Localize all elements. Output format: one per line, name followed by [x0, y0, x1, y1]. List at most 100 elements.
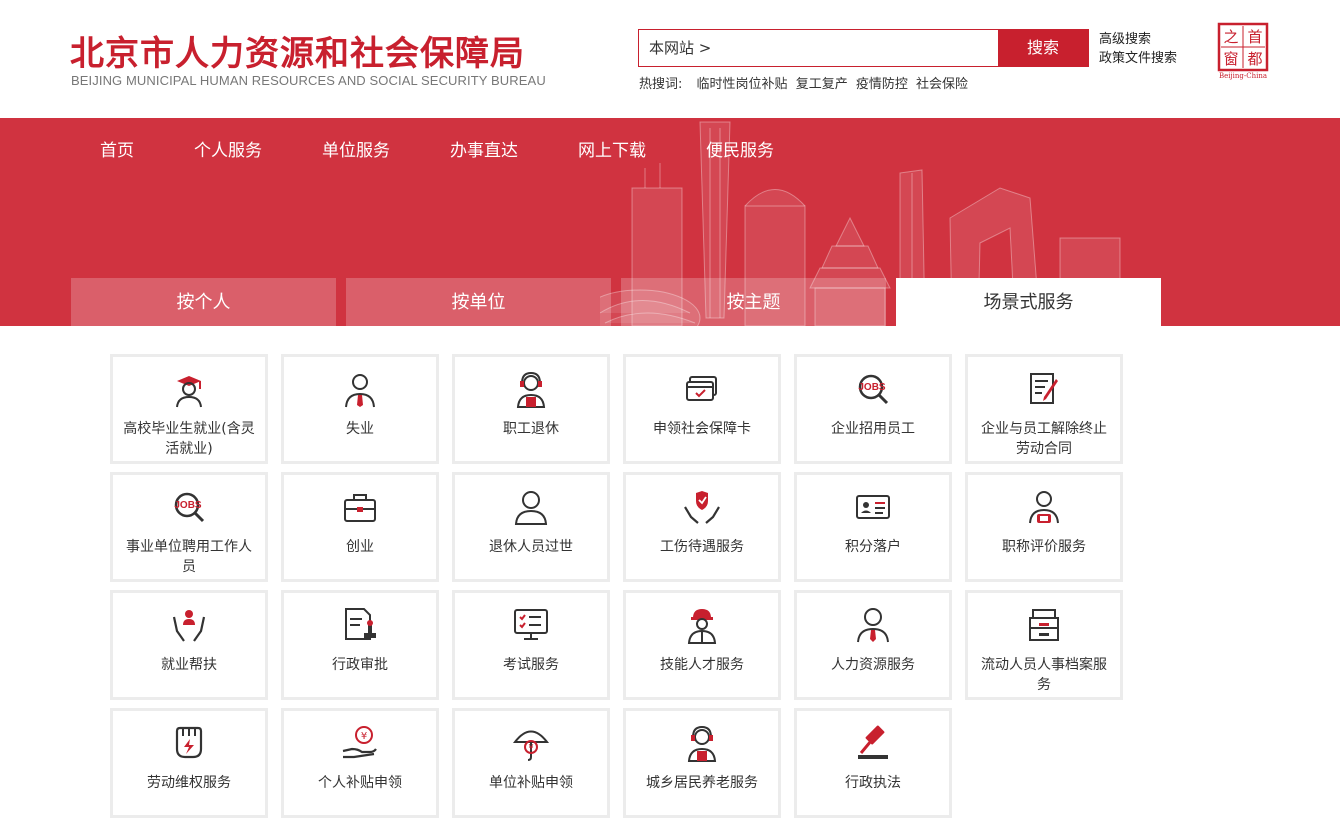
- search-button[interactable]: 搜索: [998, 30, 1088, 66]
- service-card-label: 高校毕业生就业(含灵活就业): [123, 421, 255, 457]
- hot-word-link[interactable]: 社会保险: [916, 77, 968, 92]
- nav-home[interactable]: 首页: [100, 136, 134, 161]
- id-card-icon: [856, 495, 890, 519]
- search-scope-select[interactable]: 本网站 >: [639, 30, 998, 66]
- headset-person-icon: [516, 371, 546, 408]
- service-card-label: 失业: [346, 421, 374, 437]
- service-card-label: 行政执法: [845, 775, 901, 791]
- service-card[interactable]: 工伤待遇服务: [626, 475, 778, 579]
- service-card[interactable]: ¥ 个人补贴申领: [284, 711, 436, 815]
- svg-text:JOBS: JOBS: [858, 382, 886, 393]
- advanced-links: 高级搜索 政策文件搜索: [1099, 30, 1177, 68]
- service-card-label: 就业帮扶: [161, 657, 217, 673]
- tab-by-topic[interactable]: 按主题: [621, 278, 886, 326]
- briefcase-icon: [344, 494, 376, 522]
- service-card[interactable]: 就业帮扶: [113, 593, 265, 697]
- service-card[interactable]: 创业: [284, 475, 436, 579]
- hot-word-link[interactable]: 临时性岗位补贴: [697, 77, 788, 92]
- service-card[interactable]: JOBS 企业招用员工: [797, 357, 949, 461]
- nav-downloads[interactable]: 网上下载: [578, 136, 646, 161]
- service-card[interactable]: 职工退休: [455, 357, 607, 461]
- hero-banner: 首页 个人服务 单位服务 办事直达 网上下载 便民服务 按个人 按单位 按主题 …: [0, 118, 1340, 326]
- svg-text:¥: ¥: [361, 731, 367, 742]
- service-card-label: 单位补贴申领: [489, 775, 573, 791]
- hot-word-link[interactable]: 疫情防控: [856, 77, 908, 92]
- hands-person-icon: [172, 610, 206, 642]
- service-card-label: 企业与员工解除终止劳动合同: [981, 421, 1107, 457]
- service-card[interactable]: 城乡居民养老服务: [626, 711, 778, 815]
- service-card[interactable]: 技能人才服务: [626, 593, 778, 697]
- person-badge-icon: [1029, 491, 1059, 524]
- tab-by-unit[interactable]: 按单位: [346, 278, 611, 326]
- fist-lightning-icon: [175, 726, 203, 759]
- advanced-search-link[interactable]: 高级搜索: [1099, 30, 1177, 49]
- hot-word-link[interactable]: 复工复产: [796, 77, 848, 92]
- service-card[interactable]: 积分落户: [797, 475, 949, 579]
- service-card-label: 个人补贴申领: [318, 775, 402, 791]
- monitor-checklist-icon: [514, 609, 548, 640]
- service-card-label: 劳动维权服务: [147, 775, 231, 791]
- service-card[interactable]: 退休人员过世: [455, 475, 607, 579]
- service-card[interactable]: 申领社会保障卡: [626, 357, 778, 461]
- service-card-label: 申领社会保障卡: [653, 421, 751, 437]
- seal-caption: Beijing-China: [1219, 72, 1267, 80]
- person-tie-icon: [857, 608, 889, 643]
- search-box: 本网站 > 搜索: [638, 29, 1089, 67]
- service-card[interactable]: 考试服务: [455, 593, 607, 697]
- main-nav: 首页 个人服务 单位服务 办事直达 网上下载 便民服务: [100, 136, 834, 161]
- site-title-en: BEIJING MUNICIPAL HUMAN RESOURCES AND SO…: [71, 73, 546, 88]
- tab-by-person[interactable]: 按个人: [71, 278, 336, 326]
- umbrella-coin-icon: ¥: [512, 730, 550, 761]
- social-card-icon: [686, 376, 717, 401]
- service-card[interactable]: 劳动维权服务: [113, 711, 265, 815]
- tab-scenario-services[interactable]: 场景式服务: [896, 278, 1161, 326]
- service-card-label: 人力资源服务: [831, 657, 915, 673]
- service-card-label: 企业招用员工: [831, 421, 915, 437]
- service-card[interactable]: 行政审批: [284, 593, 436, 697]
- hands-shield-icon: [684, 491, 720, 524]
- service-card[interactable]: 高校毕业生就业(含灵活就业): [113, 357, 265, 461]
- service-card-label: 流动人员人事档案服务: [981, 657, 1107, 693]
- service-card-label: 考试服务: [503, 657, 559, 673]
- graduate-icon: [176, 376, 202, 408]
- service-card[interactable]: 企业与员工解除终止劳动合同: [968, 357, 1120, 461]
- hot-words-label: 热搜词:: [639, 77, 683, 92]
- document-stamp-icon: [345, 608, 376, 640]
- headset-person-icon: [687, 725, 717, 762]
- nav-personal-services[interactable]: 个人服务: [194, 136, 262, 161]
- seal-char: 窗: [1223, 50, 1238, 68]
- service-card-label: 事业单位聘用工作人员: [126, 539, 252, 575]
- service-card-label: 技能人才服务: [660, 657, 744, 673]
- service-card[interactable]: JOBS 事业单位聘用工作人员: [113, 475, 265, 579]
- nav-unit-services[interactable]: 单位服务: [322, 136, 390, 161]
- service-card-label: 退休人员过世: [489, 539, 573, 555]
- service-card[interactable]: 失业: [284, 357, 436, 461]
- seal-char: 之: [1223, 28, 1238, 46]
- service-card[interactable]: 流动人员人事档案服务: [968, 593, 1120, 697]
- service-card[interactable]: 行政执法: [797, 711, 949, 815]
- site-title[interactable]: 北京市人力资源和社会保障局: [70, 26, 525, 75]
- policy-search-link[interactable]: 政策文件搜索: [1099, 49, 1177, 68]
- capital-window-seal-icon[interactable]: 首 都 之 窗 Beijing-China: [1217, 22, 1269, 80]
- helmet-worker-icon: [687, 609, 717, 644]
- seal-char: 都: [1247, 50, 1262, 68]
- gavel-icon: [858, 725, 888, 759]
- nav-direct-services[interactable]: 办事直达: [450, 136, 518, 161]
- hot-words: 热搜词: 临时性岗位补贴 复工复产 疫情防控 社会保险: [639, 73, 972, 92]
- service-card-label: 工伤待遇服务: [660, 539, 744, 555]
- person-outline-icon: [514, 491, 548, 525]
- service-card[interactable]: ¥ 单位补贴申领: [455, 711, 607, 815]
- service-card-label: 职称评价服务: [1002, 539, 1086, 555]
- service-tabs: 按个人 按单位 按主题 场景式服务: [71, 278, 1161, 326]
- site-header: 北京市人力资源和社会保障局 BEIJING MUNICIPAL HUMAN RE…: [0, 0, 1340, 118]
- hand-coin-icon: ¥: [342, 726, 377, 759]
- worker-tie-icon: [345, 374, 375, 408]
- service-card-label: 职工退休: [503, 421, 559, 437]
- svg-text:JOBS: JOBS: [174, 500, 202, 511]
- nav-public-services[interactable]: 便民服务: [706, 136, 774, 161]
- svg-text:¥: ¥: [528, 743, 533, 752]
- service-card[interactable]: 职称评价服务: [968, 475, 1120, 579]
- service-card-label: 创业: [346, 539, 374, 555]
- service-card[interactable]: 人力资源服务: [797, 593, 949, 697]
- service-card-label: 积分落户: [845, 539, 901, 555]
